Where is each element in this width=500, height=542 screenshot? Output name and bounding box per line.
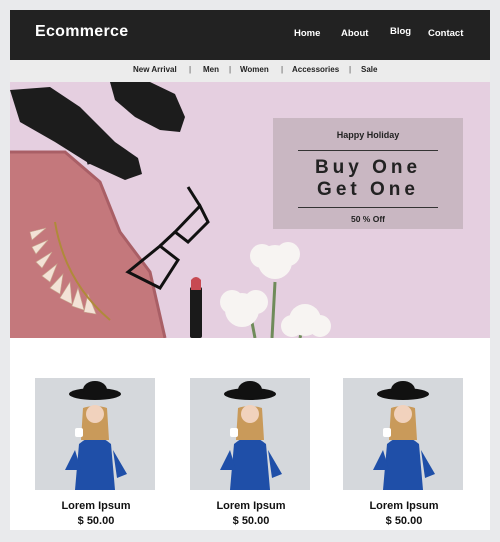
top-navbar: Ecommerce Home About Blog Contact <box>10 10 490 60</box>
promo-headline-line2: Get One <box>317 179 419 200</box>
product-card[interactable]: Lorem Ipsum $ 50.00 <box>343 378 465 527</box>
promo-eyebrow: Happy Holiday <box>336 130 400 140</box>
category-new-arrival[interactable]: New Arrival <box>133 65 177 74</box>
brand-logo[interactable]: Ecommerce <box>35 23 128 41</box>
product-name[interactable]: Lorem Ipsum <box>343 500 465 512</box>
promo-divider <box>298 150 438 151</box>
category-men[interactable]: Men <box>203 65 219 74</box>
product-price: $ 50.00 <box>232 515 270 527</box>
product-image[interactable] <box>343 378 463 490</box>
product-image[interactable] <box>35 378 155 490</box>
product-price: $ 50.00 <box>385 515 423 527</box>
promo-headline-line1: Buy One <box>314 157 422 178</box>
nav-home[interactable]: Home <box>294 28 320 39</box>
category-accessories[interactable]: Accessories <box>292 65 339 74</box>
page-frame: Ecommerce Home About Blog Contact New Ar… <box>10 10 490 530</box>
product-card[interactable]: Lorem Ipsum $ 50.00 <box>190 378 312 527</box>
product-card[interactable]: Lorem Ipsum $ 50.00 <box>35 378 157 527</box>
category-women[interactable]: Women <box>240 65 269 74</box>
category-separator: | <box>229 65 232 74</box>
product-name[interactable]: Lorem Ipsum <box>35 500 157 512</box>
category-bar: New Arrival | Men | Women | Accessories … <box>10 60 490 82</box>
product-name[interactable]: Lorem Ipsum <box>190 500 312 512</box>
category-separator: | <box>349 65 352 74</box>
promo-discount: 50 % Off <box>350 214 385 224</box>
promo-headline: Buy One Get One <box>273 157 463 201</box>
category-sale[interactable]: Sale <box>361 65 377 74</box>
product-image[interactable] <box>190 378 310 490</box>
nav-contact[interactable]: Contact <box>428 28 463 39</box>
nav-about[interactable]: About <box>341 28 368 39</box>
product-price: $ 50.00 <box>77 515 115 527</box>
promo-box: Happy Holiday Buy One Get One 50 % Off <box>273 118 463 229</box>
category-separator: | <box>189 65 192 74</box>
hero-banner[interactable]: Happy Holiday Buy One Get One 50 % Off <box>10 82 490 338</box>
promo-divider <box>298 207 438 208</box>
nav-blog[interactable]: Blog <box>390 26 411 37</box>
category-separator: | <box>281 65 284 74</box>
